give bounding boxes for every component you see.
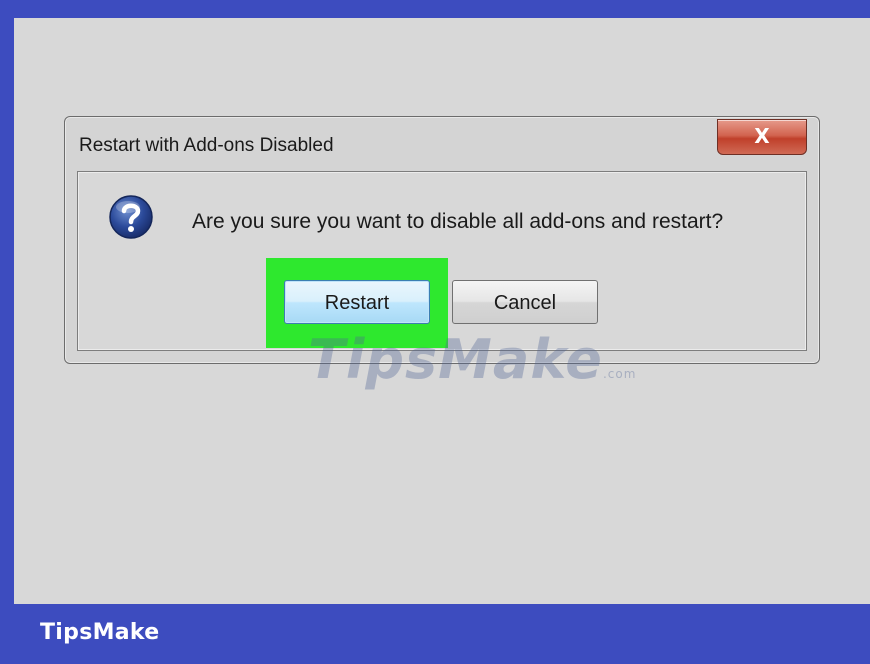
question-icon (109, 195, 153, 239)
screen-area: Restart with Add-ons Disabled X Are you … (14, 18, 870, 604)
brand-logo-text: TipsMake (40, 620, 160, 645)
image-frame: Restart with Add-ons Disabled X Are you … (0, 0, 870, 664)
confirmation-message: Are you sure you want to disable all add… (192, 210, 724, 233)
close-button[interactable]: X (717, 119, 807, 155)
dialog-content: Are you sure you want to disable all add… (77, 171, 807, 351)
watermark-suffix: .com (602, 367, 637, 381)
footer-bar: TipsMake (0, 604, 870, 664)
dialog-title: Restart with Add-ons Disabled (79, 135, 334, 156)
restart-dialog: Restart with Add-ons Disabled X Are you … (64, 116, 820, 364)
cancel-button[interactable]: Cancel (452, 280, 598, 324)
restart-button[interactable]: Restart (284, 280, 430, 324)
